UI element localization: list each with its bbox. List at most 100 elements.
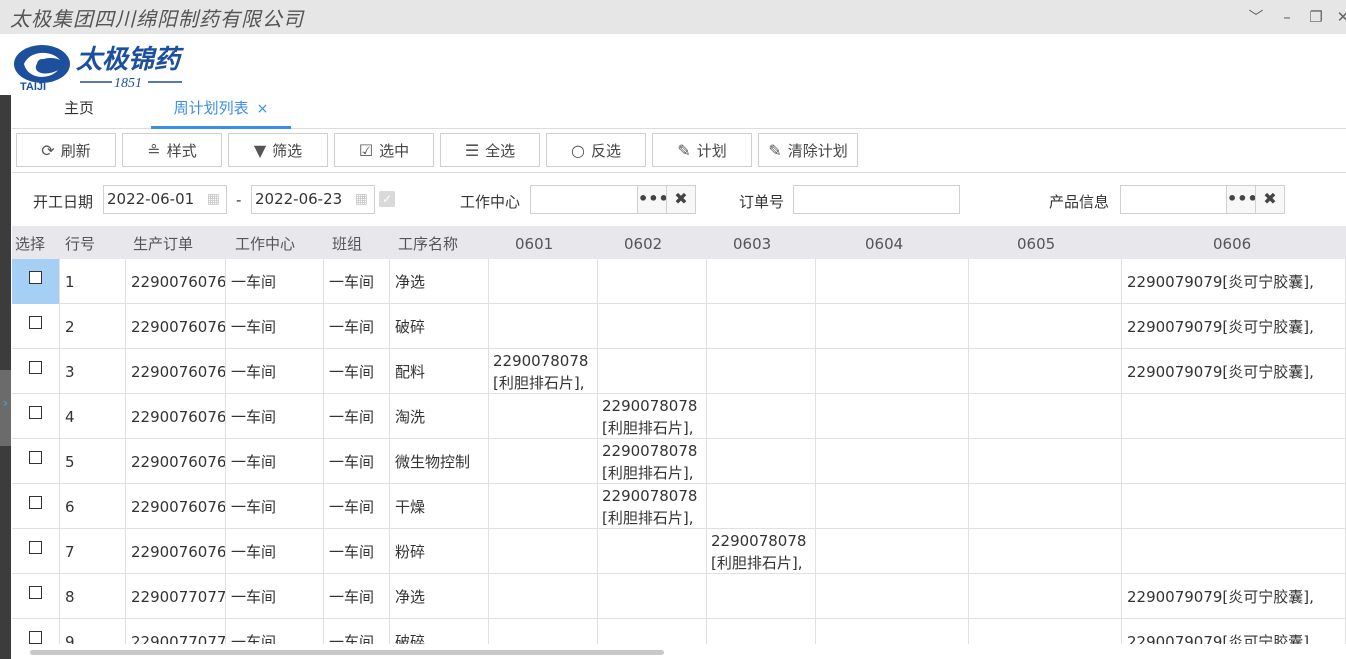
day-0602-cell: 2290078078[利胆排石片],: [598, 439, 707, 484]
table-row[interactable]: 9 2290077077 一车间 一车间 破碎 2290079079[炎可宁胶囊],: [12, 619, 1346, 644]
tab-close-icon[interactable]: ×: [257, 101, 269, 117]
day-0605-cell: [969, 304, 1122, 349]
product-clear-button[interactable]: ✖: [1255, 185, 1285, 214]
table-row[interactable]: 5 2290076076 一车间 一车间 微生物控制 2290078078[利胆排石片],: [12, 439, 1346, 484]
filter-button[interactable]: ▼ 筛选: [228, 133, 328, 167]
calendar-icon[interactable]: ▦: [355, 186, 368, 213]
minimize-icon[interactable]: –: [1278, 7, 1296, 27]
disabled-checkbox: ✓: [379, 191, 395, 207]
chevron-down-icon[interactable]: ﹀: [1247, 7, 1265, 27]
toolbar: ⟳ 刷新 ≗ 样式 ▼ 筛选 ☑ 选中 ☰ 全选 ○ 反选 ✎ 计划 ✎ 清除计划: [12, 131, 1346, 173]
column-header[interactable]: 生产订单: [130, 226, 193, 259]
column-header[interactable]: 0601: [512, 226, 553, 259]
select-cell[interactable]: [12, 484, 60, 529]
work-center-cell: 一车间: [226, 529, 324, 574]
select-cell[interactable]: [12, 619, 60, 644]
select-cell[interactable]: [12, 304, 60, 349]
select-cell[interactable]: [12, 439, 60, 484]
column-header[interactable]: 0603: [730, 226, 771, 259]
row-number-cell: 3: [60, 349, 126, 394]
calendar-icon[interactable]: ▦: [207, 186, 220, 213]
process-cell: 净选: [390, 574, 489, 619]
clear-plan-button[interactable]: ✎ 清除计划: [758, 133, 858, 167]
column-header[interactable]: 班组: [329, 226, 362, 259]
product-info-input[interactable]: [1120, 185, 1228, 214]
day-0604-cell: [816, 574, 969, 619]
row-number-cell: 5: [60, 439, 126, 484]
order-cell: 2290077077: [126, 619, 226, 644]
day-0603-cell: 2290078078[利胆排石片],: [707, 529, 816, 574]
date-from-input[interactable]: 2022-06-01 ▦: [103, 185, 227, 214]
column-header[interactable]: 选择: [12, 226, 45, 259]
day-0605-cell: [969, 574, 1122, 619]
row-checkbox[interactable]: [29, 361, 42, 374]
process-cell: 干燥: [390, 484, 489, 529]
date-to-value: 2022-06-23: [255, 190, 343, 208]
work-center-cell: 一车间: [226, 484, 324, 529]
table-row[interactable]: 6 2290076076 一车间 一车间 干燥 2290078078[利胆排石片],: [12, 484, 1346, 529]
order-no-input[interactable]: [793, 185, 960, 214]
day-0601-cell: 2290078078[利胆排石片],: [489, 349, 598, 394]
select-cell[interactable]: [12, 529, 60, 574]
column-header[interactable]: 0604: [862, 226, 903, 259]
column-header[interactable]: 工序名称: [395, 226, 458, 259]
date-to-input[interactable]: 2022-06-23 ▦: [251, 185, 375, 214]
select-cell[interactable]: [12, 349, 60, 394]
invert-selection-button[interactable]: ○ 反选: [546, 133, 646, 167]
order-cell: 2290076076: [126, 394, 226, 439]
select-all-button[interactable]: ☰ 全选: [440, 133, 540, 167]
close-icon[interactable]: ✕: [1334, 7, 1346, 27]
table-row[interactable]: 2 2290076076 一车间 一车间 破碎 2290079079[炎可宁胶囊],: [12, 304, 1346, 349]
row-checkbox[interactable]: [29, 406, 42, 419]
restore-icon[interactable]: ❐: [1307, 7, 1325, 27]
day-0603-cell: [707, 439, 816, 484]
tab-weekly-plan-list[interactable]: 周计划列表 ×: [151, 95, 291, 129]
column-header[interactable]: 0606: [1210, 226, 1251, 259]
table-row[interactable]: 7 2290076076 一车间 一车间 粉碎 2290078078[利胆排石片],: [12, 529, 1346, 574]
select-cell[interactable]: [12, 574, 60, 619]
column-header[interactable]: 行号: [62, 226, 95, 259]
work-center-more-button[interactable]: •••: [637, 185, 669, 214]
work-center-input[interactable]: [530, 185, 638, 214]
row-checkbox[interactable]: [29, 631, 42, 644]
day-0606-cell: 2290079079[炎可宁胶囊],: [1122, 259, 1346, 304]
product-more-button[interactable]: •••: [1226, 185, 1258, 214]
row-checkbox[interactable]: [29, 316, 42, 329]
svg-text:TAIJI: TAIJI: [20, 81, 46, 92]
team-cell: 一车间: [324, 529, 390, 574]
day-0605-cell: [969, 484, 1122, 529]
clear-plan-label: 清除计划: [787, 141, 848, 160]
filter-bar: 开工日期 2022-06-01 ▦ - 2022-06-23 ▦ ✓ 工作中心 …: [12, 176, 1346, 224]
style-button[interactable]: ≗ 样式: [122, 133, 222, 167]
expand-sidebar-button[interactable]: ›: [0, 370, 11, 446]
table-row[interactable]: 1 2290076076 一车间 一车间 净选 2290079079[炎可宁胶囊],: [12, 259, 1346, 304]
table-row[interactable]: 4 2290076076 一车间 一车间 淘洗 2290078078[利胆排石片],: [12, 394, 1346, 439]
refresh-button[interactable]: ⟳ 刷新: [16, 133, 116, 167]
day-0601-cell: [489, 394, 598, 439]
svg-text:1851: 1851: [114, 76, 142, 91]
list-check-icon: ☰: [464, 140, 480, 160]
filter-icon: ▼: [253, 140, 267, 160]
column-header[interactable]: 0605: [1014, 226, 1055, 259]
day-0602-cell: [598, 349, 707, 394]
row-checkbox[interactable]: [29, 451, 42, 464]
table-row[interactable]: 3 2290076076 一车间 一车间 配料 2290078078[利胆排石片], 229…: [12, 349, 1346, 394]
horizontal-scrollbar[interactable]: [30, 650, 664, 655]
team-cell: 一车间: [324, 484, 390, 529]
table-header: 选择 行号 生产订单 工作中心 班组 工序名称 0601 0602 0603 0604 0605 06…: [12, 226, 1346, 259]
row-checkbox[interactable]: [29, 586, 42, 599]
plan-button[interactable]: ✎ 计划: [652, 133, 752, 167]
row-checkbox[interactable]: [29, 271, 42, 284]
row-checkbox[interactable]: [29, 496, 42, 509]
work-center-clear-button[interactable]: ✖: [666, 185, 696, 214]
tab-home[interactable]: 主页: [64, 95, 94, 129]
table-row[interactable]: 8 2290077077 一车间 一车间 净选 2290079079[炎可宁胶囊],: [12, 574, 1346, 619]
column-header[interactable]: 工作中心: [232, 226, 295, 259]
select-cell[interactable]: [12, 394, 60, 439]
day-0606-cell: 2290079079[炎可宁胶囊],: [1122, 619, 1346, 644]
column-header[interactable]: 0602: [621, 226, 662, 259]
row-checkbox[interactable]: [29, 541, 42, 554]
select-button[interactable]: ☑ 选中: [334, 133, 434, 167]
day-0606-cell: [1122, 484, 1346, 529]
select-cell[interactable]: [12, 259, 60, 304]
